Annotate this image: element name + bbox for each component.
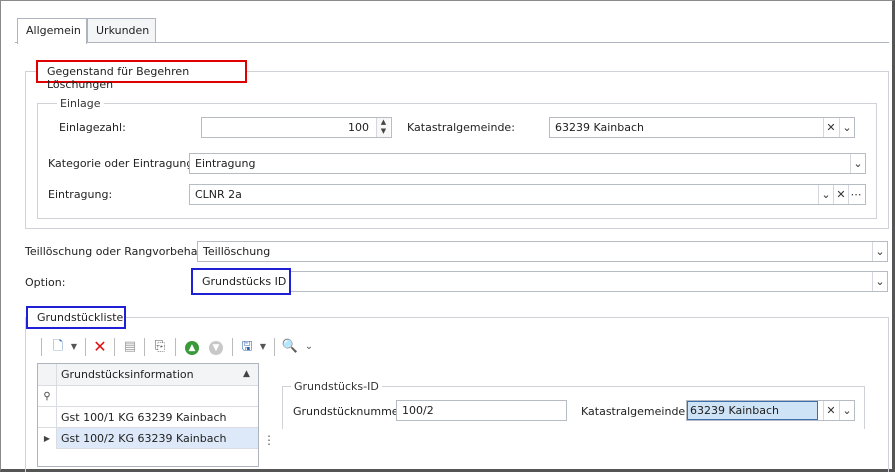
gegenstand-title: Gegenstand für Begehren Löschungen <box>36 60 247 91</box>
tab-divider <box>15 42 889 43</box>
einlagezahl-value: 100 <box>348 121 369 134</box>
tab-label: Allgemein <box>26 24 81 37</box>
chevron-down-icon[interactable]: ▼ <box>257 338 269 356</box>
toolbar-separator <box>85 338 86 356</box>
grundstueckliste-title: Grundstückliste <box>26 306 126 329</box>
option-combo[interactable] <box>197 271 888 292</box>
option-value-highlight: Grundstücks ID <box>191 268 291 295</box>
kategorie-label: Kategorie oder Eintragung: <box>48 157 198 170</box>
toolbar-separator <box>144 338 145 356</box>
grid-corner <box>38 364 57 386</box>
search-document-icon[interactable]: ⎘ <box>150 338 170 356</box>
row-pointer-icon: ▶ <box>38 428 57 449</box>
splitter-handle-icon[interactable]: ⋮ <box>263 433 275 447</box>
katastralgemeinde-label: Katastralgemeinde: <box>407 121 515 134</box>
chevron-down-icon[interactable]: ▼ <box>68 338 80 356</box>
grundstuecks-id-title: Grundstücks-ID <box>291 380 382 393</box>
grundstuecknummer-label: Grundstücknummer: <box>293 405 407 418</box>
option-label: Option: <box>25 276 66 289</box>
detail-katastralgemeinde-selection: 63239 Kainbach <box>687 401 818 420</box>
eintragung-combo[interactable]: CLNR 2a <box>189 184 866 205</box>
window: Allgemein Urkunden Gegenstand für Begehr… <box>0 0 895 472</box>
table-row[interactable]: Gst 100/1 KG 63239 Kainbach <box>38 407 258 428</box>
ellipsis-icon[interactable]: ⋯ <box>848 185 863 204</box>
einlagezahl-spinner[interactable]: ▲ ▼ <box>376 118 390 137</box>
list-icon[interactable]: ▤ <box>120 338 140 356</box>
clear-icon[interactable]: ✕ <box>833 185 848 204</box>
grid-header-row: Grundstücksinformation ▲ <box>38 364 258 386</box>
kategorie-combo[interactable]: Eintragung <box>189 153 866 174</box>
einlagezahl-input[interactable]: 100 <box>201 117 392 138</box>
clear-icon[interactable]: ✕ <box>823 401 838 420</box>
chevron-down-icon[interactable]: ⌄ <box>301 338 317 356</box>
filter-pin-icon: ⚲ <box>38 386 57 407</box>
katastralgemeinde-combo[interactable]: 63239 Kainbach <box>549 117 855 138</box>
toolbar-separator <box>232 338 233 356</box>
einlage-title: Einlage <box>57 97 104 110</box>
katastralgemeinde-label: Katastralgemeinde: <box>581 405 689 418</box>
grundstueckliste-title-text: Grundstückliste <box>37 311 124 324</box>
chevron-down-icon[interactable]: ⌄ <box>839 401 854 420</box>
column-header-grundstuecksinformation[interactable]: Grundstücksinformation <box>57 364 239 385</box>
new-document-icon[interactable]: 🗋 <box>48 338 68 356</box>
einlagezahl-label: Einlagezahl: <box>59 121 126 134</box>
move-up-icon[interactable]: ▲ <box>183 338 201 356</box>
teilloeschung-label: Teillöschung oder Rangvorbehalt: <box>25 245 209 258</box>
spin-up-icon[interactable]: ▲ <box>377 118 390 127</box>
toolbar-separator <box>41 338 42 356</box>
eintragung-label: Eintragung: <box>48 188 113 201</box>
teilloeschung-value: Teillöschung <box>203 245 271 258</box>
grid-cell: Gst 100/2 KG 63239 Kainbach <box>61 432 227 445</box>
chevron-down-icon[interactable]: ⌄ <box>872 242 887 261</box>
sort-ascending-icon[interactable]: ▲ <box>243 369 250 379</box>
chevron-down-icon[interactable]: ⌄ <box>872 272 887 291</box>
grundstuecks-grid[interactable]: Grundstücksinformation ▲ ⚲ Gst 100/1 KG … <box>37 363 259 467</box>
save-icon[interactable]: 🖫 <box>237 338 257 356</box>
table-row-selected[interactable]: ▶ Gst 100/2 KG 63239 Kainbach <box>38 428 258 449</box>
chevron-down-icon[interactable]: ⌄ <box>839 118 854 137</box>
detail-katastralgemeinde-value: 63239 Kainbach <box>690 404 780 417</box>
clear-icon[interactable]: ✕ <box>823 118 838 137</box>
toolbar-separator <box>175 338 176 356</box>
tab-allgemein[interactable]: Allgemein <box>17 18 87 44</box>
spin-down-icon[interactable]: ▼ <box>377 127 390 136</box>
teilloeschung-combo[interactable]: Teillöschung <box>197 241 888 262</box>
find-icon[interactable]: 🔍 <box>280 338 300 356</box>
option-value: Grundstücks ID <box>202 275 287 288</box>
chevron-down-icon[interactable]: ⌄ <box>850 154 865 173</box>
move-down-icon[interactable]: ▼ <box>207 338 225 356</box>
toolbar-separator <box>114 338 115 356</box>
grundstuecknummer-input[interactable]: 100/2 <box>396 400 567 421</box>
row-indicator <box>38 407 57 428</box>
grundstuecknummer-value: 100/2 <box>402 404 434 417</box>
grid-cell: Gst 100/1 KG 63239 Kainbach <box>61 411 227 424</box>
kategorie-value: Eintragung <box>195 157 256 170</box>
chevron-down-icon[interactable]: ⌄ <box>818 185 833 204</box>
toolbar-separator <box>274 338 275 356</box>
tab-label: Urkunden <box>96 24 150 37</box>
delete-icon[interactable]: ✕ <box>90 338 110 356</box>
katastralgemeinde-value: 63239 Kainbach <box>555 121 645 134</box>
grid-filter-row[interactable]: ⚲ <box>38 386 258 407</box>
eintragung-value: CLNR 2a <box>195 188 242 201</box>
tab-urkunden[interactable]: Urkunden <box>87 18 156 43</box>
